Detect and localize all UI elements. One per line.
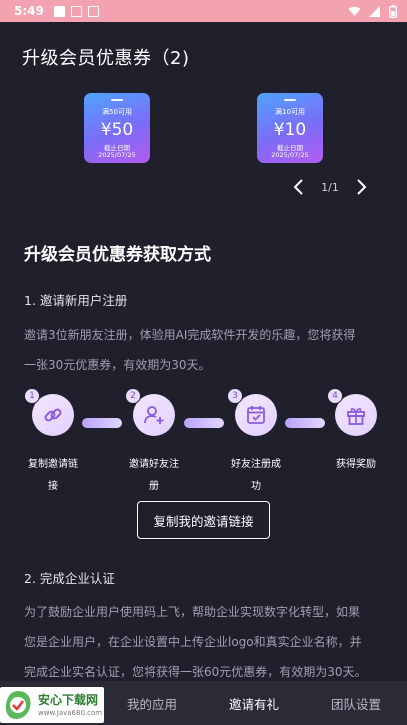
- nav-item-team-settings[interactable]: 团队设置: [311, 681, 401, 725]
- coupon-notch: [111, 99, 123, 101]
- coupons-title: 升级会员优惠券（2): [22, 48, 190, 69]
- coupon-amount: ¥50: [100, 120, 134, 140]
- step-label-line: 接: [48, 481, 58, 492]
- ways-title: 升级会员优惠券获取方式: [24, 245, 211, 265]
- signal-icon: [369, 5, 380, 17]
- step-label-line: 复制邀请链: [28, 459, 78, 470]
- battery-icon: [389, 4, 397, 18]
- step-2: 2: [125, 388, 175, 436]
- way2-description-line: 为了鼓励企业用户使用码上飞，帮助企业实现数字化转型，如果: [24, 605, 361, 619]
- way1-description-line: 邀请3位新朋友注册，体验用AI完成软件开发的乐趣，您将获得: [24, 328, 356, 342]
- watermark: 安心下载网 www.Java680.com: [0, 687, 104, 723]
- step-connector: [285, 418, 325, 428]
- link-icon: [44, 408, 62, 422]
- add-user-icon: [144, 406, 164, 424]
- step-label-line: 好友注册成: [231, 459, 281, 470]
- coupon-card[interactable]: 满50可用 ¥50 截止日期 2025/07/25: [84, 93, 150, 163]
- step-label: 复制邀请链 接: [22, 454, 84, 498]
- step-number: 1: [24, 388, 40, 404]
- media-notification-icon: [87, 5, 99, 17]
- step-connector: [184, 418, 224, 428]
- step-label-line: 获得奖励: [336, 459, 376, 470]
- step-label-line: 邀请好友注: [129, 459, 179, 470]
- step-connector: [82, 418, 122, 428]
- step-label-line: 功: [251, 481, 261, 492]
- step-4: 4: [327, 388, 377, 436]
- status-bar: 5:49: [0, 0, 407, 22]
- coupon-condition: 满10可用: [275, 108, 305, 116]
- notification-icon: [53, 5, 65, 17]
- way1-description: 邀请3位新朋友注册，体验用AI完成软件开发的乐趣，您将获得 一张30元优惠券，有…: [24, 320, 386, 380]
- way2-heading: 2. 完成企业认证: [24, 571, 115, 586]
- way2-description-line: 您是企业用户，在企业设置中上传企业logo和真实企业名称，并: [24, 635, 362, 649]
- step-label: 好友注册成 功: [225, 454, 287, 498]
- calendar-check-icon: [247, 406, 265, 424]
- coupon-condition: 满50可用: [102, 108, 132, 116]
- chevron-left-icon[interactable]: [292, 178, 306, 196]
- step-label: 邀请好友注 册: [123, 454, 185, 498]
- coupon-notch: [284, 99, 296, 101]
- step-label: 获得奖励: [325, 454, 387, 476]
- copy-invite-link-button[interactable]: 复制我的邀请链接: [137, 501, 270, 539]
- step-1: 1: [24, 388, 74, 436]
- watermark-logo-icon: [5, 691, 31, 719]
- nav-item-my-apps[interactable]: 我的应用: [107, 681, 197, 725]
- app-notification-icon: [70, 5, 82, 17]
- invite-steps: 1 2 3 4 复制邀请链 接 邀请好友注 册 好友注册成 功 获得奖励: [0, 388, 407, 500]
- coupon-amount: ¥10: [273, 120, 307, 140]
- way2-description: 为了鼓励企业用户使用码上飞，帮助企业实现数字化转型，如果 您是企业用户，在企业设…: [24, 597, 386, 687]
- coupon-expiry-date: 2025/07/25: [98, 151, 136, 159]
- step-number: 2: [125, 388, 141, 404]
- nav-item-invite-rewards[interactable]: 邀请有礼: [209, 681, 299, 725]
- watermark-title: 安心下载网: [38, 693, 99, 707]
- gift-icon: [347, 408, 365, 425]
- coupon-card[interactable]: 满10可用 ¥10 截止日期 2025/07/25: [257, 93, 323, 163]
- step-3: 3: [227, 388, 277, 436]
- status-time: 5:49: [14, 4, 44, 18]
- wifi-icon: [348, 6, 361, 16]
- watermark-url: www.Java680.com: [38, 709, 103, 717]
- step-number: 4: [327, 388, 343, 404]
- way1-heading: 1. 邀请新用户注册: [24, 293, 128, 308]
- way1-description-line: 一张30元优惠券，有效期为30天。: [24, 358, 211, 372]
- chevron-right-icon[interactable]: [354, 178, 368, 196]
- coupon-expiry-date: 2025/07/25: [271, 151, 309, 159]
- step-number: 3: [227, 388, 243, 404]
- pager-text: 1/1: [321, 180, 339, 194]
- step-label-line: 册: [149, 481, 159, 492]
- coupon-pager: 1/1: [292, 176, 368, 198]
